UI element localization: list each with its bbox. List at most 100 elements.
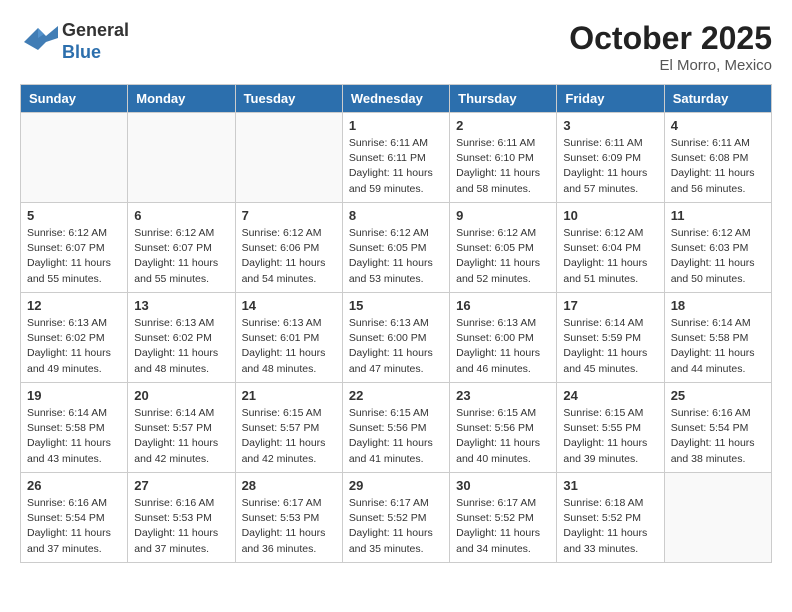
day-number: 13 xyxy=(134,298,228,313)
calendar-cell: 19 Sunrise: 6:14 AM Sunset: 5:58 PM Dayli… xyxy=(21,383,128,473)
day-info: Sunrise: 6:15 AM Sunset: 5:56 PM Dayligh… xyxy=(456,406,550,467)
week-row-4: 19 Sunrise: 6:14 AM Sunset: 5:58 PM Dayli… xyxy=(21,383,772,473)
calendar-cell: 16Sunrise: 6:13 AM Sunset: 6:00 PM Dayli… xyxy=(450,293,557,383)
calendar-cell: 9Sunrise: 6:12 AM Sunset: 6:05 PM Daylig… xyxy=(450,203,557,293)
weekday-header-row: SundayMondayTuesdayWednesdayThursdayFrid… xyxy=(21,85,772,113)
logo-general: General xyxy=(62,20,129,40)
calendar-cell: 31Sunrise: 6:18 AM Sunset: 5:52 PM Dayli… xyxy=(557,473,664,563)
day-info: Sunrise: 6:11 AM Sunset: 6:10 PM Dayligh… xyxy=(456,136,550,197)
logo-svg xyxy=(20,20,58,58)
weekday-header-saturday: Saturday xyxy=(664,85,771,113)
day-info: Sunrise: 6:13 AM Sunset: 6:02 PM Dayligh… xyxy=(27,316,121,377)
calendar-cell xyxy=(21,113,128,203)
day-info: Sunrise: 6:12 AM Sunset: 6:04 PM Dayligh… xyxy=(563,226,657,287)
week-row-3: 12 Sunrise: 6:13 AM Sunset: 6:02 PM Dayli… xyxy=(21,293,772,383)
day-number: 20 xyxy=(134,388,228,403)
calendar-cell: 15Sunrise: 6:13 AM Sunset: 6:00 PM Dayli… xyxy=(342,293,449,383)
day-info: Sunrise: 6:15 AM Sunset: 5:57 PM Dayligh… xyxy=(242,406,336,467)
calendar-cell: 27 Sunrise: 6:16 AM Sunset: 5:53 PM Dayli… xyxy=(128,473,235,563)
day-number: 24 xyxy=(563,388,657,403)
day-number: 21 xyxy=(242,388,336,403)
day-number: 30 xyxy=(456,478,550,493)
calendar-cell: 13 Sunrise: 6:13 AM Sunset: 6:02 PM Dayli… xyxy=(128,293,235,383)
logo-blue: Blue xyxy=(62,42,101,62)
day-number: 3 xyxy=(563,118,657,133)
day-number: 6 xyxy=(134,208,228,223)
weekday-header-thursday: Thursday xyxy=(450,85,557,113)
calendar-cell: 11Sunrise: 6:12 AM Sunset: 6:03 PM Dayli… xyxy=(664,203,771,293)
week-row-2: 5Sunrise: 6:12 AM Sunset: 6:07 PM Daylig… xyxy=(21,203,772,293)
calendar-cell: 4 Sunrise: 6:11 AM Sunset: 6:08 PM Daylig… xyxy=(664,113,771,203)
calendar-cell: 23Sunrise: 6:15 AM Sunset: 5:56 PM Dayli… xyxy=(450,383,557,473)
calendar-cell: 20 Sunrise: 6:14 AM Sunset: 5:57 PM Dayli… xyxy=(128,383,235,473)
weekday-header-wednesday: Wednesday xyxy=(342,85,449,113)
day-info: Sunrise: 6:16 AM Sunset: 5:54 PM Dayligh… xyxy=(671,406,765,467)
day-number: 14 xyxy=(242,298,336,313)
day-info: Sunrise: 6:14 AM Sunset: 5:58 PM Dayligh… xyxy=(671,316,765,377)
location: El Morro, Mexico xyxy=(569,57,772,74)
day-info: Sunrise: 6:12 AM Sunset: 6:07 PM Dayligh… xyxy=(27,226,121,287)
calendar-cell: 5Sunrise: 6:12 AM Sunset: 6:07 PM Daylig… xyxy=(21,203,128,293)
day-info: Sunrise: 6:14 AM Sunset: 5:59 PM Dayligh… xyxy=(563,316,657,377)
day-info: Sunrise: 6:12 AM Sunset: 6:06 PM Dayligh… xyxy=(242,226,336,287)
day-info: Sunrise: 6:17 AM Sunset: 5:52 PM Dayligh… xyxy=(456,496,550,557)
day-number: 26 xyxy=(27,478,121,493)
calendar-cell: 30 Sunrise: 6:17 AM Sunset: 5:52 PM Dayli… xyxy=(450,473,557,563)
week-row-5: 26 Sunrise: 6:16 AM Sunset: 5:54 PM Dayli… xyxy=(21,473,772,563)
day-number: 16 xyxy=(456,298,550,313)
logo: General Blue xyxy=(20,20,129,63)
calendar-cell: 18 Sunrise: 6:14 AM Sunset: 5:58 PM Dayli… xyxy=(664,293,771,383)
day-number: 4 xyxy=(671,118,765,133)
day-info: Sunrise: 6:13 AM Sunset: 6:02 PM Dayligh… xyxy=(134,316,228,377)
calendar-cell: 26 Sunrise: 6:16 AM Sunset: 5:54 PM Dayli… xyxy=(21,473,128,563)
calendar-cell: 6 Sunrise: 6:12 AM Sunset: 6:07 PM Daylig… xyxy=(128,203,235,293)
calendar-cell: 24 Sunrise: 6:15 AM Sunset: 5:55 PM Dayli… xyxy=(557,383,664,473)
day-number: 17 xyxy=(563,298,657,313)
day-info: Sunrise: 6:12 AM Sunset: 6:03 PM Dayligh… xyxy=(671,226,765,287)
calendar-cell: 28Sunrise: 6:17 AM Sunset: 5:53 PM Dayli… xyxy=(235,473,342,563)
weekday-header-tuesday: Tuesday xyxy=(235,85,342,113)
day-number: 7 xyxy=(242,208,336,223)
calendar-cell: 7 Sunrise: 6:12 AM Sunset: 6:06 PM Daylig… xyxy=(235,203,342,293)
day-info: Sunrise: 6:13 AM Sunset: 6:00 PM Dayligh… xyxy=(349,316,443,377)
day-number: 12 xyxy=(27,298,121,313)
day-info: Sunrise: 6:15 AM Sunset: 5:55 PM Dayligh… xyxy=(563,406,657,467)
logo-text: General Blue xyxy=(62,20,129,63)
day-number: 19 xyxy=(27,388,121,403)
day-number: 28 xyxy=(242,478,336,493)
page-header: General Blue October 2025 El Morro, Mexi… xyxy=(20,20,772,74)
calendar-cell: 17 Sunrise: 6:14 AM Sunset: 5:59 PM Dayli… xyxy=(557,293,664,383)
calendar-cell: 22Sunrise: 6:15 AM Sunset: 5:56 PM Dayli… xyxy=(342,383,449,473)
calendar-cell: 3 Sunrise: 6:11 AM Sunset: 6:09 PM Daylig… xyxy=(557,113,664,203)
day-number: 22 xyxy=(349,388,443,403)
day-number: 27 xyxy=(134,478,228,493)
calendar-cell xyxy=(664,473,771,563)
day-info: Sunrise: 6:11 AM Sunset: 6:09 PM Dayligh… xyxy=(563,136,657,197)
calendar-cell: 1Sunrise: 6:11 AM Sunset: 6:11 PM Daylig… xyxy=(342,113,449,203)
weekday-header-monday: Monday xyxy=(128,85,235,113)
week-row-1: 1Sunrise: 6:11 AM Sunset: 6:11 PM Daylig… xyxy=(21,113,772,203)
day-number: 18 xyxy=(671,298,765,313)
day-number: 2 xyxy=(456,118,550,133)
day-number: 10 xyxy=(563,208,657,223)
day-info: Sunrise: 6:16 AM Sunset: 5:53 PM Dayligh… xyxy=(134,496,228,557)
weekday-header-sunday: Sunday xyxy=(21,85,128,113)
day-info: Sunrise: 6:12 AM Sunset: 6:05 PM Dayligh… xyxy=(349,226,443,287)
logo-icon xyxy=(20,20,58,63)
day-number: 1 xyxy=(349,118,443,133)
calendar-cell xyxy=(128,113,235,203)
calendar-table: SundayMondayTuesdayWednesdayThursdayFrid… xyxy=(20,84,772,563)
day-number: 9 xyxy=(456,208,550,223)
calendar-cell: 2 Sunrise: 6:11 AM Sunset: 6:10 PM Daylig… xyxy=(450,113,557,203)
day-info: Sunrise: 6:14 AM Sunset: 5:57 PM Dayligh… xyxy=(134,406,228,467)
calendar-cell: 21 Sunrise: 6:15 AM Sunset: 5:57 PM Dayli… xyxy=(235,383,342,473)
calendar-cell: 14Sunrise: 6:13 AM Sunset: 6:01 PM Dayli… xyxy=(235,293,342,383)
day-info: Sunrise: 6:16 AM Sunset: 5:54 PM Dayligh… xyxy=(27,496,121,557)
day-info: Sunrise: 6:12 AM Sunset: 6:07 PM Dayligh… xyxy=(134,226,228,287)
title-section: October 2025 El Morro, Mexico xyxy=(569,20,772,74)
day-info: Sunrise: 6:14 AM Sunset: 5:58 PM Dayligh… xyxy=(27,406,121,467)
month-title: October 2025 xyxy=(569,20,772,57)
day-number: 31 xyxy=(563,478,657,493)
calendar-cell: 8Sunrise: 6:12 AM Sunset: 6:05 PM Daylig… xyxy=(342,203,449,293)
day-info: Sunrise: 6:11 AM Sunset: 6:08 PM Dayligh… xyxy=(671,136,765,197)
